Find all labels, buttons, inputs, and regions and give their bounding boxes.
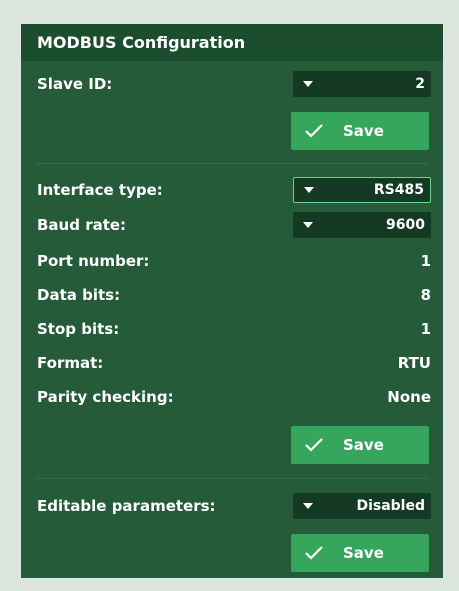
chevron-down-icon xyxy=(303,222,313,228)
section-divider xyxy=(35,478,429,479)
stop-bits-row: Stop bits: 1 xyxy=(21,314,443,344)
slave-id-row: Slave ID: 2 xyxy=(21,69,443,99)
section-divider xyxy=(35,163,429,164)
interface-type-value: RS485 xyxy=(373,182,424,198)
format-row: Format: RTU xyxy=(21,348,443,378)
baud-rate-label: Baud rate: xyxy=(37,216,127,234)
editable-parameters-value: Disabled xyxy=(356,498,425,514)
parity-value: None xyxy=(387,388,431,406)
save-label: Save xyxy=(343,544,384,562)
stop-bits-value: 1 xyxy=(420,320,431,338)
save-editable-button[interactable]: Save xyxy=(291,534,429,572)
parity-label: Parity checking: xyxy=(37,388,174,406)
format-label: Format: xyxy=(37,354,104,372)
baud-rate-value: 9600 xyxy=(386,217,425,233)
data-bits-label: Data bits: xyxy=(37,286,121,304)
parity-row: Parity checking: None xyxy=(21,382,443,412)
slave-id-label: Slave ID: xyxy=(37,75,113,93)
data-bits-value: 8 xyxy=(420,286,431,304)
check-icon xyxy=(305,124,323,138)
modbus-config-panel: MODBUS Configuration Slave ID: 2 Save In… xyxy=(21,24,443,578)
save-label: Save xyxy=(343,122,384,140)
format-value: RTU xyxy=(397,354,431,372)
save-label: Save xyxy=(343,436,384,454)
interface-type-select[interactable]: RS485 xyxy=(293,177,431,203)
editable-parameters-row: Editable parameters: Disabled xyxy=(21,491,443,521)
data-bits-row: Data bits: 8 xyxy=(21,280,443,310)
port-number-label: Port number: xyxy=(37,252,150,270)
interface-type-label: Interface type: xyxy=(37,181,163,199)
panel-title: MODBUS Configuration xyxy=(21,24,443,61)
save-interface-button[interactable]: Save xyxy=(291,426,429,464)
baud-rate-row: Baud rate: 9600 xyxy=(21,210,443,240)
chevron-down-icon xyxy=(303,503,313,509)
slave-id-value: 2 xyxy=(415,76,425,92)
port-number-value: 1 xyxy=(420,252,431,270)
save-slave-id-button[interactable]: Save xyxy=(291,112,429,150)
editable-parameters-label: Editable parameters: xyxy=(37,497,216,515)
chevron-down-icon xyxy=(304,187,314,193)
port-number-row: Port number: 1 xyxy=(21,246,443,276)
slave-id-select[interactable]: 2 xyxy=(293,71,431,97)
baud-rate-select[interactable]: 9600 xyxy=(293,212,431,238)
editable-parameters-select[interactable]: Disabled xyxy=(293,493,431,519)
check-icon xyxy=(305,546,323,560)
interface-type-row: Interface type: RS485 xyxy=(21,175,443,205)
check-icon xyxy=(305,438,323,452)
chevron-down-icon xyxy=(303,81,313,87)
stop-bits-label: Stop bits: xyxy=(37,320,120,338)
